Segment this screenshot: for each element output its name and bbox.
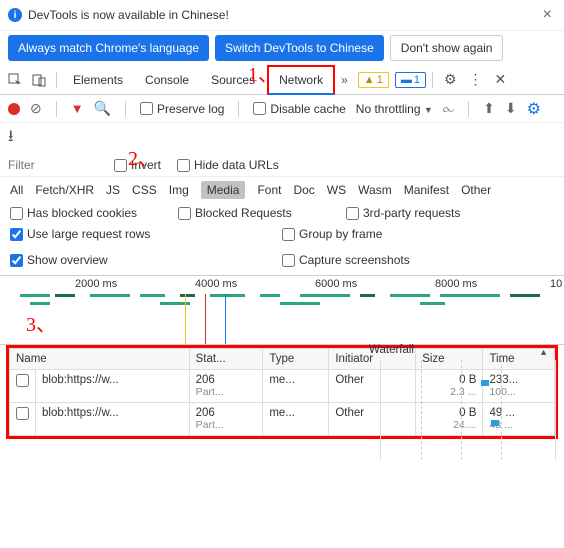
download-icon[interactable]: ⬇ (505, 100, 517, 117)
type-font[interactable]: Font (257, 183, 281, 197)
cell-status: 206Part... (189, 370, 263, 403)
col-waterfall[interactable]: Waterfall (369, 344, 414, 356)
resource-types: All Fetch/XHR JS CSS Img Media Font Doc … (0, 177, 564, 203)
hide-data-urls-checkbox[interactable]: Hide data URLs (177, 158, 279, 172)
disable-cache-checkbox[interactable]: Disable cache (253, 102, 345, 116)
preserve-log-checkbox[interactable]: Preserve log (140, 102, 224, 116)
search-icon[interactable]: 🔍 (94, 100, 111, 117)
blocked-cookies-checkbox[interactable]: Has blocked cookies (10, 206, 160, 220)
close-panel-icon[interactable]: ✕ (490, 71, 512, 88)
more-tabs-icon[interactable]: » (337, 73, 352, 87)
col-name[interactable]: Name (10, 349, 190, 370)
separator (432, 72, 433, 88)
warning-badge[interactable]: ▲1 (358, 72, 389, 88)
type-css[interactable]: CSS (132, 183, 157, 197)
toolbar-second: ⭳ (0, 123, 564, 154)
settings-icon[interactable]: ⚙ (439, 71, 462, 88)
row-checkbox[interactable] (16, 374, 29, 387)
type-img[interactable]: Img (169, 183, 189, 197)
large-rows-checkbox[interactable]: Use large request rows (10, 227, 282, 241)
col-type[interactable]: Type (263, 349, 329, 370)
type-other[interactable]: Other (461, 183, 491, 197)
infobar: i DevTools is now available in Chinese! … (0, 0, 564, 31)
record-icon[interactable] (8, 103, 20, 115)
type-manifest[interactable]: Manifest (404, 183, 449, 197)
type-all[interactable]: All (10, 183, 23, 197)
network-toolbar: ⊘ ▼ 🔍 Preserve log Disable cache No thro… (0, 95, 564, 123)
col-status[interactable]: Stat... (189, 349, 263, 370)
separator (125, 101, 126, 117)
time-mark: 2000 ms (75, 278, 117, 290)
info-icon: i (8, 8, 22, 22)
separator (238, 101, 239, 117)
type-js[interactable]: JS (106, 183, 120, 197)
dont-show-button[interactable]: Don't show again (390, 35, 504, 61)
filter-icon[interactable]: ▼ (71, 101, 84, 116)
time-mark: 6000 ms (315, 278, 357, 290)
time-mark: 4000 ms (195, 278, 237, 290)
separator (56, 101, 57, 117)
filter-input[interactable] (8, 158, 98, 172)
options-row-2: Use large request rows Group by frame (0, 223, 564, 249)
infobar-message: DevTools is now available in Chinese! (28, 8, 533, 22)
switch-chinese-button[interactable]: Switch DevTools to Chinese (215, 35, 384, 61)
waterfall-area (380, 360, 556, 460)
type-ws[interactable]: WS (327, 183, 346, 197)
sort-icon: ▲ (539, 347, 548, 357)
throttling-select[interactable]: No throttling ▼ (356, 102, 433, 116)
options-row-1: Has blocked cookies Blocked Requests 3rd… (0, 203, 564, 223)
cell-name: blob:https://w... (36, 370, 190, 403)
type-media[interactable]: Media (201, 181, 246, 199)
cell-type: me... (263, 403, 329, 436)
filter-row: Invert Hide data URLs (0, 154, 564, 177)
time-mark: 10 (550, 278, 562, 290)
options-row-3: Show overview Capture screenshots (0, 249, 564, 275)
third-party-checkbox[interactable]: 3rd-party requests (346, 206, 496, 220)
close-icon[interactable]: × (539, 6, 556, 24)
cell-name: blob:https://w... (36, 403, 190, 436)
infobar-buttons: Always match Chrome's language Switch De… (0, 31, 564, 65)
tab-sources[interactable]: Sources (201, 67, 265, 93)
timeline-bars (0, 294, 564, 342)
device-icon[interactable] (28, 73, 50, 87)
type-wasm[interactable]: Wasm (358, 183, 392, 197)
tab-elements[interactable]: Elements (63, 67, 133, 93)
type-fetch[interactable]: Fetch/XHR (35, 183, 94, 197)
upload-icon[interactable]: ⬆ (483, 100, 495, 117)
network-settings-icon[interactable]: ⚙ (527, 99, 541, 119)
separator (468, 101, 469, 117)
clear-icon[interactable]: ⊘ (30, 100, 42, 117)
invert-checkbox[interactable]: Invert (114, 158, 161, 172)
tab-network[interactable]: Network (267, 65, 335, 95)
capture-checkbox[interactable]: Capture screenshots (282, 253, 554, 267)
issues-badge[interactable]: ▬1 (395, 72, 426, 88)
row-checkbox[interactable] (16, 407, 29, 420)
panel-tabs: Elements Console Sources Network » ▲1 ▬1… (0, 65, 564, 95)
group-frame-checkbox[interactable]: Group by frame (282, 227, 554, 241)
wifi-icon[interactable]: ⧜ (443, 100, 454, 117)
more-icon[interactable]: ⋮ (464, 71, 488, 88)
cell-type: me... (263, 370, 329, 403)
type-doc[interactable]: Doc (293, 183, 314, 197)
time-mark: 8000 ms (435, 278, 477, 290)
tab-console[interactable]: Console (135, 67, 199, 93)
export-icon[interactable]: ⭳ (8, 128, 14, 145)
separator (56, 72, 57, 88)
inspect-icon[interactable] (4, 73, 26, 87)
timeline-overview[interactable]: 2000 ms 4000 ms 6000 ms 8000 ms 10 (0, 275, 564, 345)
blocked-requests-checkbox[interactable]: Blocked Requests (178, 206, 328, 220)
match-language-button[interactable]: Always match Chrome's language (8, 35, 209, 61)
cell-status: 206Part... (189, 403, 263, 436)
overview-checkbox[interactable]: Show overview (10, 253, 282, 267)
